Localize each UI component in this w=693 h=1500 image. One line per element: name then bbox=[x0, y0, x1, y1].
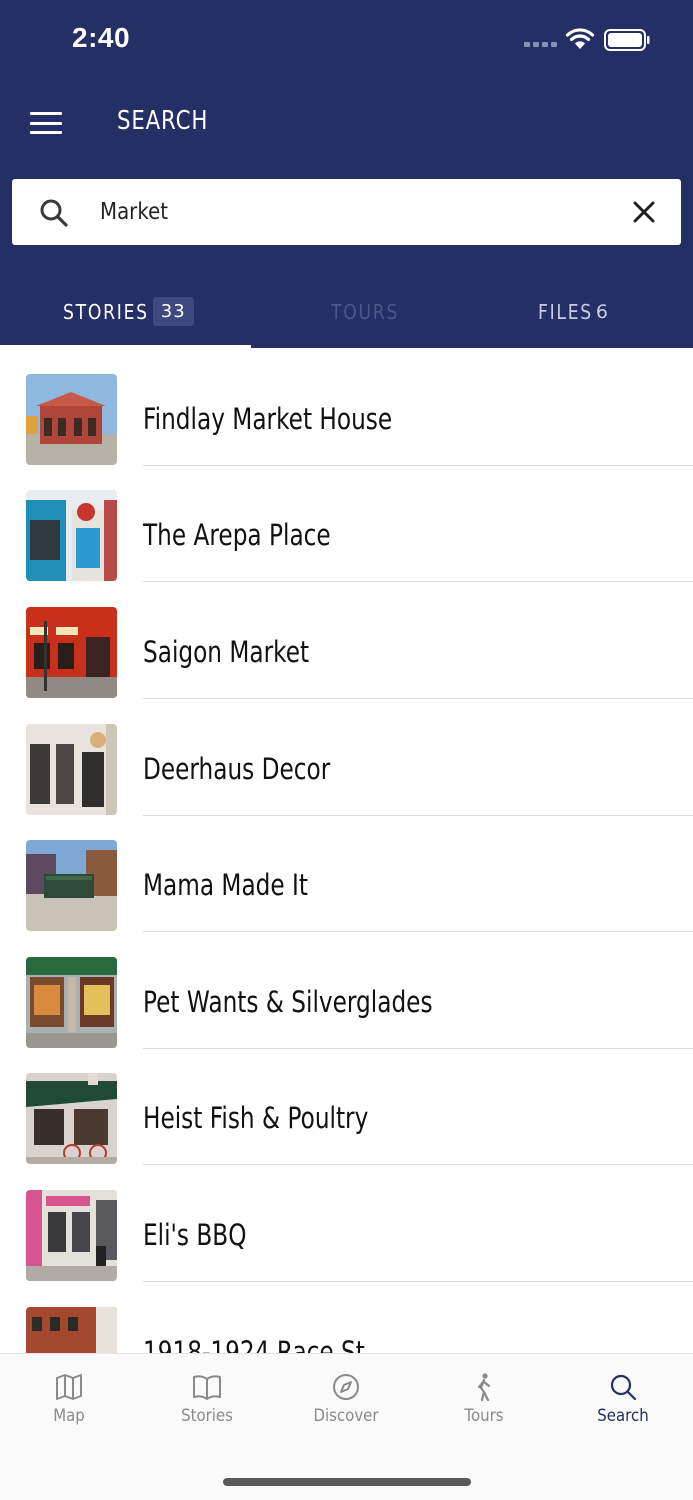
search-icon bbox=[610, 1374, 637, 1401]
thumbnail-image bbox=[26, 607, 117, 698]
search-input[interactable] bbox=[100, 195, 530, 229]
result-title: Mama Made It bbox=[143, 868, 308, 902]
compass-icon bbox=[333, 1374, 359, 1400]
clear-search-icon[interactable] bbox=[631, 199, 657, 225]
search-bar[interactable] bbox=[12, 179, 681, 245]
nav-discover-label: Discover bbox=[313, 1406, 379, 1426]
tab-stories[interactable]: STORIES 33 bbox=[63, 275, 194, 348]
nav-map[interactable]: Map bbox=[9, 1372, 129, 1426]
list-item[interactable]: Eli's BBQ bbox=[0, 1166, 693, 1282]
results-list[interactable]: Findlay Market House The Arepa Place Sai… bbox=[0, 350, 693, 1353]
tab-stories-label: STORIES bbox=[63, 299, 149, 324]
cellular-signal-icon bbox=[524, 42, 557, 47]
status-time: 2:40 bbox=[72, 22, 131, 53]
divider bbox=[143, 581, 693, 582]
active-tab-indicator bbox=[0, 345, 251, 348]
walking-person-icon bbox=[477, 1373, 491, 1402]
hamburger-menu-icon[interactable] bbox=[26, 106, 66, 140]
search-icon bbox=[40, 199, 68, 227]
book-icon bbox=[193, 1375, 221, 1400]
thumbnail-image bbox=[26, 1307, 117, 1353]
map-icon bbox=[56, 1374, 82, 1400]
divider bbox=[143, 931, 693, 932]
list-item[interactable]: The Arepa Place bbox=[0, 466, 693, 582]
list-item[interactable]: 1918-1924 Race St bbox=[0, 1283, 693, 1353]
result-title: Pet Wants & Silverglades bbox=[143, 985, 433, 1019]
thumbnail-image bbox=[26, 1073, 117, 1164]
list-item[interactable]: Mama Made It bbox=[0, 816, 693, 932]
divider bbox=[143, 1281, 693, 1282]
tab-tours-label: TOURS bbox=[331, 299, 400, 324]
tab-stories-count: 33 bbox=[152, 297, 194, 326]
tab-files-label: FILES bbox=[538, 299, 593, 324]
result-title: Findlay Market House bbox=[143, 402, 393, 436]
nav-tours[interactable]: Tours bbox=[424, 1372, 544, 1426]
battery-icon bbox=[604, 29, 650, 51]
thumbnail-image bbox=[26, 840, 117, 931]
divider bbox=[143, 1164, 693, 1165]
thumbnail-image bbox=[26, 957, 117, 1048]
list-item[interactable]: Findlay Market House bbox=[0, 350, 693, 466]
result-title: Heist Fish & Poultry bbox=[143, 1101, 369, 1135]
app-header: 2:40 SEARCH STORIES 33 TOURS FILES bbox=[0, 0, 693, 348]
list-item[interactable]: Saigon Market bbox=[0, 583, 693, 699]
wifi-icon bbox=[565, 28, 595, 49]
result-title: The Arepa Place bbox=[143, 518, 331, 552]
result-title: 1918-1924 Race St bbox=[143, 1335, 365, 1353]
nav-discover[interactable]: Discover bbox=[286, 1372, 406, 1426]
nav-stories-label: Stories bbox=[181, 1406, 233, 1426]
result-title: Saigon Market bbox=[143, 635, 310, 669]
page-title: SEARCH bbox=[117, 106, 209, 136]
nav-map-label: Map bbox=[53, 1406, 85, 1426]
thumbnail-image bbox=[26, 724, 117, 815]
thumbnail-image bbox=[26, 374, 117, 465]
thumbnail-image bbox=[26, 490, 117, 581]
home-indicator[interactable] bbox=[223, 1478, 471, 1486]
list-item[interactable]: Deerhaus Decor bbox=[0, 700, 693, 816]
nav-tours-label: Tours bbox=[464, 1406, 504, 1426]
divider bbox=[143, 698, 693, 699]
result-title: Eli's BBQ bbox=[143, 1218, 247, 1252]
result-title: Deerhaus Decor bbox=[143, 752, 331, 786]
result-tabs: STORIES 33 TOURS FILES 6 bbox=[0, 275, 693, 348]
tab-files[interactable]: FILES 6 bbox=[538, 275, 610, 348]
tab-files-count: 6 bbox=[595, 300, 610, 323]
list-item[interactable]: Pet Wants & Silverglades bbox=[0, 933, 693, 1049]
nav-stories[interactable]: Stories bbox=[147, 1372, 267, 1426]
nav-search-label: Search bbox=[597, 1406, 649, 1426]
thumbnail-image bbox=[26, 1190, 117, 1281]
nav-search[interactable]: Search bbox=[563, 1372, 683, 1426]
tab-tours[interactable]: TOURS bbox=[331, 275, 410, 348]
list-item[interactable]: Heist Fish & Poultry bbox=[0, 1049, 693, 1165]
